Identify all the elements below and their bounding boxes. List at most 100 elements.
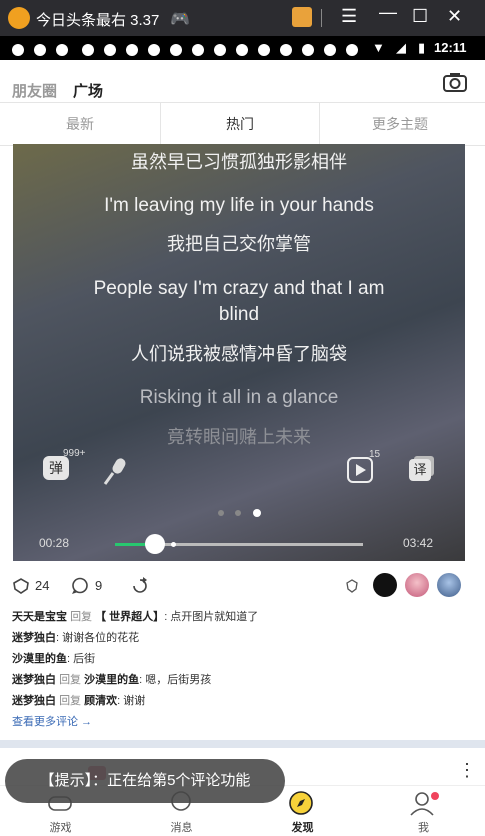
gift-icon[interactable] bbox=[292, 7, 312, 27]
comment-row[interactable]: 天天是宝宝 回复 【 世界超人】: 点开图片就知道了 bbox=[12, 607, 472, 628]
share-icon[interactable] bbox=[131, 576, 149, 594]
notification-icon bbox=[34, 44, 46, 56]
app-header: 朋友圈 广场 bbox=[0, 60, 485, 102]
menu-icon[interactable]: ☰ bbox=[341, 6, 357, 27]
video-player[interactable]: 虽然早已习惯孤独形影相伴 I'm leaving my life in your… bbox=[13, 144, 465, 561]
more-options-icon[interactable]: ⋮ bbox=[458, 761, 476, 779]
post-separator bbox=[0, 740, 485, 748]
danmu-count: 999+ bbox=[63, 448, 86, 459]
danmu-button[interactable]: 弹 bbox=[43, 456, 69, 480]
comment-target[interactable]: 沙漠里的鱼 bbox=[84, 674, 139, 686]
tab-hot[interactable]: 热门 bbox=[161, 103, 319, 145]
comment-user[interactable]: 天天是宝宝 bbox=[12, 611, 67, 623]
page-dot bbox=[218, 510, 224, 516]
wifi-icon: ▼ bbox=[372, 40, 385, 55]
lyric-line: Risking it all in a glance bbox=[139, 387, 339, 408]
tab-square[interactable]: 广场 bbox=[73, 80, 103, 101]
buffer-marker bbox=[170, 542, 176, 547]
camera-icon[interactable] bbox=[442, 71, 468, 93]
comment-user[interactable]: 迷梦独白 bbox=[12, 632, 56, 644]
page-dot bbox=[235, 510, 241, 516]
tab-friends[interactable]: 朋友圈 bbox=[12, 80, 57, 101]
comment-user[interactable]: 迷梦独白 bbox=[12, 674, 56, 686]
like-count: 24 bbox=[35, 578, 50, 593]
status-bar: ▼ ◢ ▮ 12:11 bbox=[0, 36, 485, 60]
signal-icon: ◢ bbox=[396, 40, 406, 55]
time-current: 00:28 bbox=[39, 536, 70, 550]
nav-label: 我 bbox=[418, 822, 429, 834]
notification-icon bbox=[324, 44, 336, 56]
gift-small-icon[interactable] bbox=[345, 579, 359, 593]
comment-row[interactable]: 沙漠里的鱼: 后街 bbox=[12, 649, 472, 670]
comment-user[interactable]: 迷梦独白 bbox=[12, 695, 56, 707]
lyric-line: blind bbox=[218, 304, 260, 325]
progress-knob[interactable] bbox=[144, 534, 165, 554]
divider bbox=[321, 9, 322, 27]
battery-icon: ▮ bbox=[418, 40, 426, 55]
comment-text: : 谢谢各位的花花 bbox=[56, 632, 140, 644]
avatar[interactable] bbox=[405, 573, 429, 597]
notification-icon bbox=[56, 44, 68, 56]
share-count: 15 bbox=[369, 449, 381, 460]
lyric-line: 虽然早已习惯孤独形影相伴 bbox=[131, 152, 347, 172]
discover-icon bbox=[289, 791, 313, 815]
maximize-icon[interactable]: ☐ bbox=[412, 6, 428, 27]
reply-verb: 回复 bbox=[70, 611, 93, 623]
comment-row[interactable]: 迷梦独白: 谢谢各位的花花 bbox=[12, 628, 472, 649]
notification-icon bbox=[302, 44, 314, 56]
comment-row[interactable]: 迷梦独白 回复 顾清欢: 谢谢 bbox=[12, 691, 472, 712]
toast-message: 【提示】：正在给第5个评论功能 bbox=[5, 759, 285, 803]
status-time: 12:11 bbox=[434, 40, 467, 55]
progress-track[interactable] bbox=[115, 534, 363, 554]
sub-tabs: 最新 热门 更多主题 bbox=[0, 102, 485, 146]
view-more-comments-link[interactable]: 查看更多评论 → bbox=[12, 712, 472, 733]
notification-icon bbox=[280, 44, 292, 56]
close-icon[interactable]: ✕ bbox=[447, 6, 462, 27]
nav-label: 游戏 bbox=[49, 822, 72, 834]
comment-icon[interactable] bbox=[71, 577, 89, 595]
comment-row[interactable]: 迷梦独白 回复 沙漠里的鱼: 嗯，后街男孩 bbox=[12, 670, 472, 691]
tab-more-topics[interactable]: 更多主题 bbox=[320, 103, 480, 145]
lyric-line: 人们说我被感情冲昏了脑袋 bbox=[131, 344, 347, 364]
comment-text: : 点开图片就知道了 bbox=[164, 611, 259, 623]
notification-icon bbox=[12, 44, 24, 56]
notification-dot bbox=[431, 792, 439, 800]
page-dot-active bbox=[253, 509, 261, 517]
notification-icon bbox=[148, 44, 160, 56]
minimize-icon[interactable]: — bbox=[379, 2, 397, 23]
reply-verb: 回复 bbox=[59, 674, 82, 686]
notification-icon bbox=[214, 44, 226, 56]
notification-icon bbox=[126, 44, 138, 56]
microphone-icon[interactable] bbox=[101, 456, 131, 486]
comment-target[interactable]: 顾清欢 bbox=[84, 695, 117, 707]
notification-icon bbox=[104, 44, 116, 56]
lyric-line: 竟转眼间赌上未来 bbox=[167, 427, 311, 447]
window-title: 今日头条最右 3.37 bbox=[36, 12, 160, 29]
translate-button[interactable]: 译 bbox=[409, 459, 431, 481]
notification-icon bbox=[192, 44, 204, 56]
app-logo-icon bbox=[8, 7, 30, 29]
gamepad-icon[interactable]: 🎮 bbox=[170, 9, 190, 29]
post-actions: 24 9 bbox=[0, 570, 485, 600]
like-icon[interactable] bbox=[12, 577, 30, 595]
comment-list: 天天是宝宝 回复 【 世界超人】: 点开图片就知道了 迷梦独白: 谢谢各位的花花… bbox=[12, 607, 472, 733]
tab-latest[interactable]: 最新 bbox=[0, 103, 160, 145]
time-total: 03:42 bbox=[403, 536, 434, 550]
notification-icon bbox=[82, 44, 94, 56]
notification-icon bbox=[346, 44, 358, 56]
avatar[interactable] bbox=[373, 573, 397, 597]
comment-user[interactable]: 沙漠里的鱼 bbox=[12, 653, 67, 665]
share-video-icon[interactable] bbox=[347, 457, 375, 483]
comment-text: : 嗯，后街男孩 bbox=[139, 674, 212, 686]
nav-me[interactable]: 我 bbox=[363, 786, 484, 836]
nav-label: 消息 bbox=[170, 822, 193, 834]
comment-text: : 后街 bbox=[67, 653, 96, 665]
notification-icon bbox=[258, 44, 270, 56]
emulator-title-bar: 今日头条最右 3.37 🎮 ☰ — ☐ ✕ bbox=[0, 0, 485, 36]
comment-text: : 谢谢 bbox=[117, 695, 146, 707]
notification-icon bbox=[170, 44, 182, 56]
comment-target[interactable]: 【 世界超人】 bbox=[95, 611, 164, 623]
avatar[interactable] bbox=[437, 573, 461, 597]
lyric-line: 我把自己交你掌管 bbox=[167, 234, 311, 254]
comment-count: 9 bbox=[95, 578, 103, 593]
